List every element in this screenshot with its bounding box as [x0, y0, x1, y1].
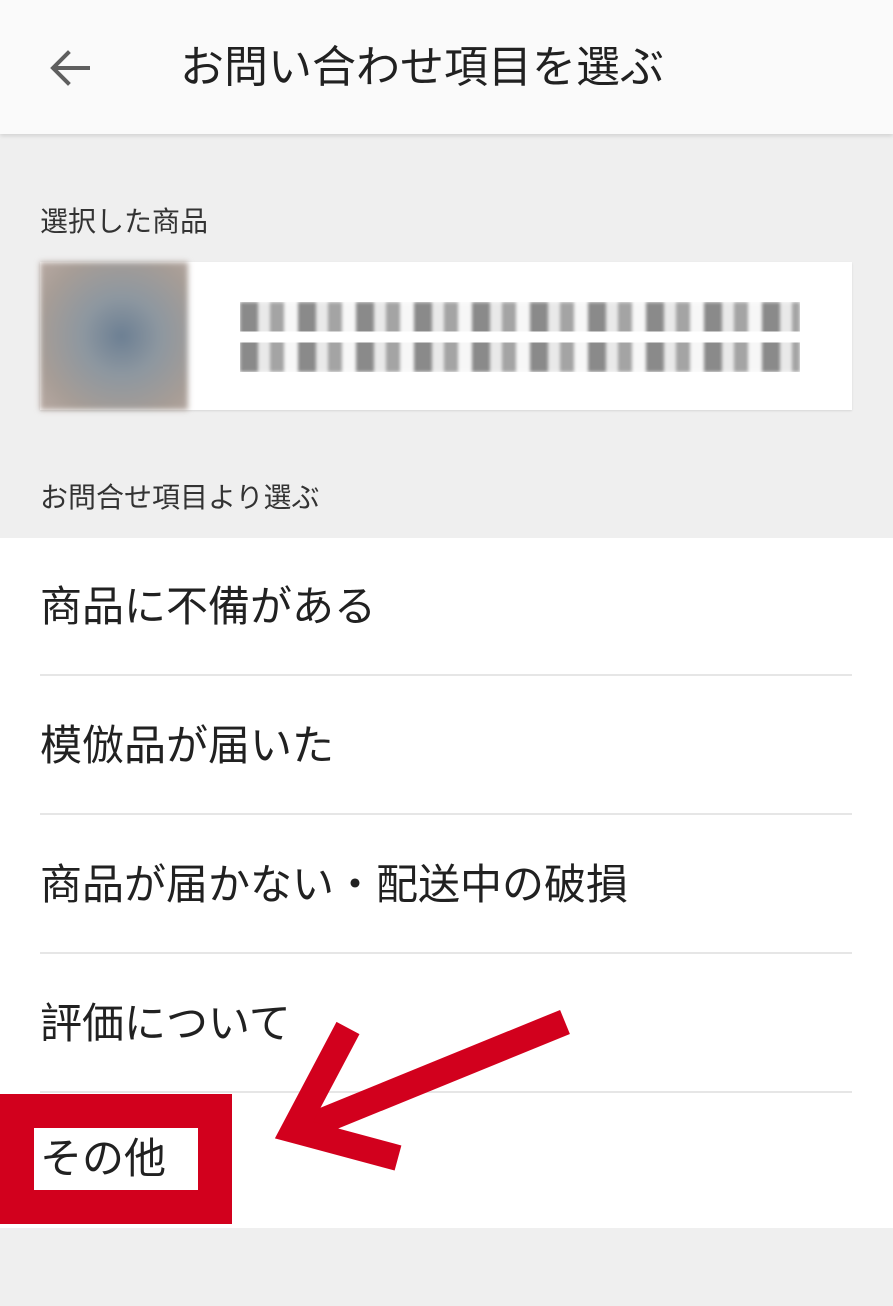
inquiry-item-other[interactable]: その他: [34, 1128, 198, 1190]
list-item-label: 商品が届かない・配送中の破損: [40, 860, 629, 909]
inquiry-item-defective[interactable]: 商品に不備がある: [0, 538, 893, 676]
divider: [40, 813, 852, 815]
inquiry-item-not-delivered[interactable]: 商品が届かない・配送中の破損: [0, 816, 893, 954]
page-title: お問い合わせ項目を選ぶ: [180, 42, 664, 93]
list-item-label: 商品に不備がある: [40, 582, 377, 631]
product-name-blurred: [240, 302, 800, 372]
inquiry-section-label: お問合せ項目より選ぶ: [40, 481, 320, 514]
list-item-label: 評価について: [40, 999, 291, 1048]
arrow-left-icon: [50, 50, 90, 86]
annotation-arrow-icon: [274, 1009, 570, 1171]
product-thumbnail: [40, 262, 188, 410]
app-bar: お問い合わせ項目を選ぶ: [0, 0, 893, 134]
selected-product-label: 選択した商品: [40, 205, 209, 238]
divider: [40, 952, 852, 954]
selected-product-card[interactable]: [40, 262, 852, 410]
back-button[interactable]: [40, 40, 100, 96]
list-item-label: 模倣品が届いた: [40, 721, 335, 770]
inquiry-item-counterfeit[interactable]: 模倣品が届いた: [0, 677, 893, 815]
list-item-label: その他: [40, 1134, 167, 1183]
divider: [40, 674, 852, 676]
